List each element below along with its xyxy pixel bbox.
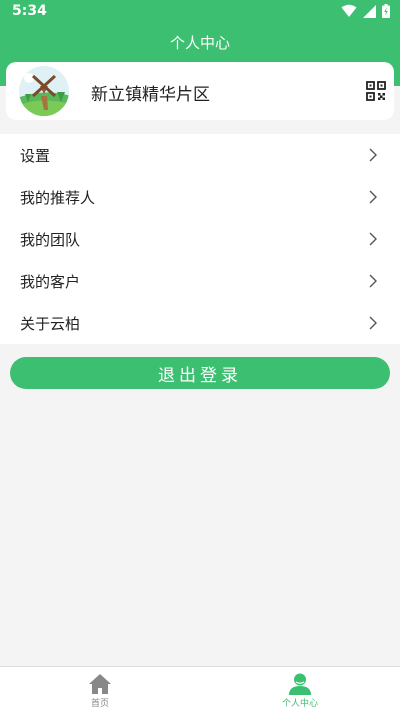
chevron-right-icon (369, 148, 377, 162)
windmill-avatar-icon (19, 66, 69, 116)
battery-icon (382, 4, 390, 18)
chevron-right-icon (369, 316, 377, 330)
menu-item-label: 设置 (20, 146, 51, 165)
chevron-right-icon (369, 274, 377, 288)
menu-item-label: 我的客户 (20, 272, 81, 291)
menu-item-label: 我的推荐人 (20, 188, 96, 207)
status-icons (341, 4, 390, 18)
home-icon (89, 674, 111, 694)
menu-list: 设置 我的推荐人 我的团队 我的客户 关于云柏 (0, 134, 400, 344)
nav-item-profile[interactable]: 个人中心 (200, 667, 400, 712)
profile-name: 新立镇精华片区 (91, 85, 210, 105)
chevron-right-icon (369, 232, 377, 246)
menu-item-label: 关于云柏 (20, 314, 81, 333)
page-title-bar: 个人中心 (0, 24, 400, 60)
status-bar: 5:34 (0, 0, 400, 24)
wifi-icon (341, 4, 357, 17)
page-title: 个人中心 (169, 33, 230, 52)
bottom-nav: 首页 个人中心 (0, 666, 400, 712)
avatar[interactable] (19, 66, 69, 116)
nav-label-profile: 个人中心 (281, 699, 318, 709)
menu-item-about[interactable]: 关于云柏 (0, 302, 400, 344)
nav-item-home[interactable]: 首页 (0, 667, 200, 712)
menu-item-my-team[interactable]: 我的团队 (0, 218, 400, 260)
signal-icon (363, 4, 376, 18)
menu-item-my-referrer[interactable]: 我的推荐人 (0, 176, 400, 218)
qr-code-icon[interactable] (366, 81, 386, 101)
menu-item-settings[interactable]: 设置 (0, 134, 400, 176)
menu-item-my-customers[interactable]: 我的客户 (0, 260, 400, 302)
menu-item-label: 我的团队 (20, 230, 81, 249)
screen: 5:34 个人中心 新立镇精华片区 设置 我的推荐人 我的团队 我的客户 关于云… (0, 0, 400, 712)
status-time: 5:34 (12, 3, 47, 19)
nav-label-home: 首页 (90, 699, 109, 709)
user-icon (289, 673, 311, 695)
chevron-right-icon (369, 190, 377, 204)
profile-card[interactable]: 新立镇精华片区 (6, 62, 394, 120)
logout-button[interactable]: 退出登录 (10, 357, 390, 389)
